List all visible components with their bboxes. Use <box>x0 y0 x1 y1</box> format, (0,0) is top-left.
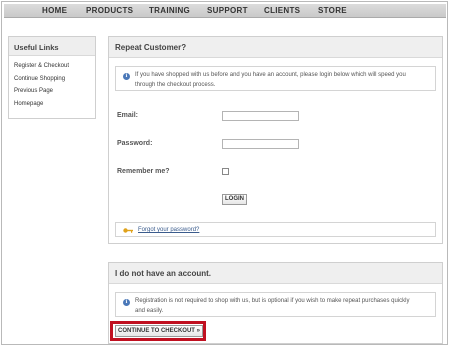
forgot-password-box: Forgot your password? <box>115 222 436 237</box>
new-account-title: I do not have an account. <box>109 263 442 284</box>
nav-clients[interactable]: CLIENTS <box>264 6 300 15</box>
sidebar-item-continue-shopping[interactable]: Continue Shopping <box>14 73 95 86</box>
nav-support[interactable]: SUPPORT <box>207 6 248 15</box>
sidebar-item-register-checkout[interactable]: Register & Checkout <box>14 60 95 73</box>
registration-info-line-1: Registration is not required to shop wit… <box>135 298 410 304</box>
email-label: Email: <box>117 112 139 119</box>
top-navigation: HOME PRODUCTS TRAINING SUPPORT CLIENTS S… <box>4 4 446 18</box>
remember-me-label: Remember me? <box>117 168 170 175</box>
key-icon <box>123 228 133 233</box>
login-info-line-2: through the checkout process. <box>135 82 216 88</box>
info-icon: i <box>123 73 130 80</box>
sidebar-title: Useful Links <box>9 37 95 56</box>
password-field[interactable] <box>222 139 299 149</box>
nav-store[interactable]: STORE <box>318 6 347 15</box>
login-button[interactable]: LOGIN <box>222 194 247 205</box>
email-field[interactable] <box>222 111 299 121</box>
repeat-customer-title: Repeat Customer? <box>109 37 442 58</box>
nav-products[interactable]: PRODUCTS <box>86 6 133 15</box>
forgot-password-link[interactable]: Forgot your password? <box>138 227 199 233</box>
password-label: Password: <box>117 140 153 147</box>
remember-me-checkbox[interactable] <box>222 168 229 175</box>
login-info-box: i If you have shopped with us before and… <box>115 66 436 91</box>
highlight-box <box>110 321 206 341</box>
registration-info-line-2: and easily. <box>135 308 164 314</box>
nav-training[interactable]: TRAINING <box>149 6 190 15</box>
registration-info-box: i Registration is not required to shop w… <box>115 292 436 317</box>
login-info-line-1: If you have shopped with us before and y… <box>135 72 406 78</box>
nav-home[interactable]: HOME <box>42 6 67 15</box>
sidebar-item-homepage[interactable]: Homepage <box>14 98 95 111</box>
useful-links-sidebar: Useful Links Register & Checkout Continu… <box>8 36 96 119</box>
sidebar-item-previous-page[interactable]: Previous Page <box>14 85 95 98</box>
info-icon: i <box>123 299 130 306</box>
repeat-customer-panel: Repeat Customer? i If you have shopped w… <box>108 36 443 244</box>
